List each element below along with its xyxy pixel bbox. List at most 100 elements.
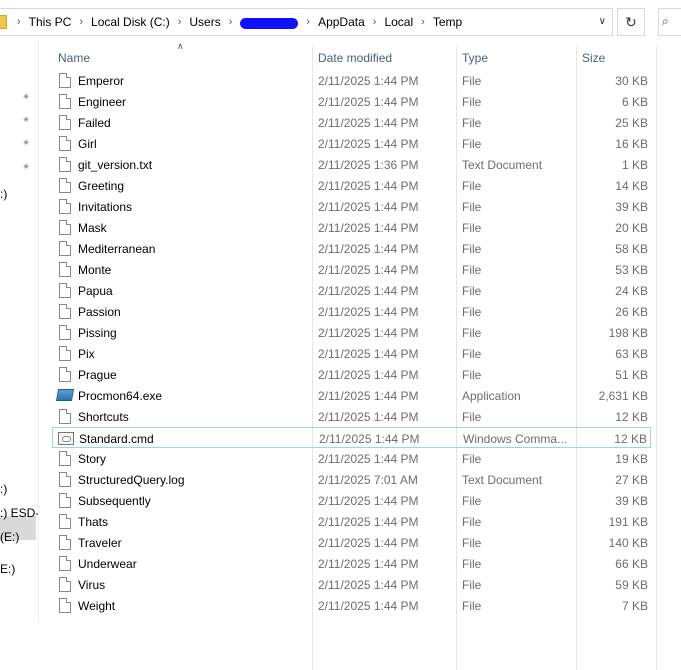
chevron-right-icon[interactable]: › [170, 16, 190, 28]
refresh-button[interactable]: ↻ [617, 8, 645, 36]
file-row[interactable]: Story 2/11/2025 1:44 PM File 19 KB [52, 448, 651, 469]
nav-item-drive[interactable]: :) [0, 482, 7, 496]
nav-item-esd[interactable]: :) ESD- [0, 506, 39, 520]
file-date-modified: 2/11/2025 1:44 PM [318, 515, 419, 529]
file-row[interactable]: Mediterranean 2/11/2025 1:44 PM File 58 KB [52, 238, 651, 259]
file-icon [59, 367, 71, 382]
file-row[interactable]: StructuredQuery.log 2/11/2025 7:01 AM Text… [52, 469, 651, 490]
file-size: 58 KB [615, 242, 648, 256]
file-icon [59, 157, 71, 172]
file-row[interactable]: Greeting 2/11/2025 1:44 PM File 14 KB [52, 175, 651, 196]
file-type: File [462, 305, 482, 319]
address-bar[interactable]: › This PC › Local Disk (C:) › Users › › … [0, 8, 613, 36]
file-row[interactable]: Subsequently 2/11/2025 1:44 PM File 39 KB [52, 490, 651, 511]
chevron-right-icon[interactable]: › [365, 16, 385, 28]
breadcrumb-temp[interactable]: Temp [433, 15, 462, 29]
file-name: Monte [78, 263, 112, 277]
file-date-modified: 2/11/2025 1:44 PM [318, 578, 419, 592]
file-type: Application [462, 389, 521, 403]
file-type: File [462, 200, 482, 214]
file-date-modified: 2/11/2025 1:44 PM [318, 242, 419, 256]
file-type: File [462, 494, 482, 508]
breadcrumb-local[interactable]: Local [384, 15, 413, 29]
file-type: File [462, 557, 482, 571]
file-size: 51 KB [615, 368, 648, 382]
file-size: 7 KB [621, 599, 648, 613]
file-size: 1 KB [621, 158, 648, 172]
file-name: Invitations [78, 200, 133, 214]
chevron-right-icon[interactable]: › [71, 16, 91, 28]
file-size: 53 KB [615, 263, 648, 277]
chevron-right-icon[interactable]: › [221, 16, 241, 28]
chevron-down-icon[interactable]: ∨ [599, 16, 606, 27]
file-row[interactable]: Girl 2/11/2025 1:44 PM File 16 KB [52, 133, 651, 154]
file-row[interactable]: Passion 2/11/2025 1:44 PM File 26 KB [52, 301, 651, 322]
file-date-modified: 2/11/2025 1:36 PM [318, 158, 419, 172]
file-type: File [462, 137, 482, 151]
pin-icon: ✴ [22, 138, 31, 149]
file-row[interactable]: Prague 2/11/2025 1:44 PM File 51 KB [52, 364, 651, 385]
file-name: Failed [78, 116, 111, 130]
chevron-right-icon[interactable]: › [9, 16, 29, 28]
pane-divider[interactable] [38, 40, 39, 623]
file-row[interactable]: Virus 2/11/2025 1:44 PM File 59 KB [52, 574, 651, 595]
file-row[interactable]: Papua 2/11/2025 1:44 PM File 24 KB [52, 280, 651, 301]
file-size: 12 KB [615, 410, 648, 424]
file-name: git_version.txt [78, 158, 153, 172]
nav-item-e[interactable]: (E:) [0, 530, 19, 544]
breadcrumb-appdata[interactable]: AppData [318, 15, 365, 29]
file-size: 63 KB [615, 347, 648, 361]
file-row[interactable]: Procmon64.exe 2/11/2025 1:44 PM Applicatio… [52, 385, 651, 406]
file-row[interactable]: git_version.txt 2/11/2025 1:36 PM Text Doc… [52, 154, 651, 175]
breadcrumb-users[interactable]: Users [189, 15, 220, 29]
file-type: File [462, 242, 482, 256]
file-name: Subsequently [78, 494, 151, 508]
breadcrumb-this-pc[interactable]: This PC [29, 15, 72, 29]
sort-ascending-icon: ∧ [177, 41, 184, 51]
chevron-right-icon[interactable]: › [298, 16, 318, 28]
file-row[interactable]: Thats 2/11/2025 1:44 PM File 191 KB [52, 511, 651, 532]
file-row[interactable]: Underwear 2/11/2025 1:44 PM File 66 KB [52, 553, 651, 574]
file-row[interactable]: Failed 2/11/2025 1:44 PM File 25 KB [52, 112, 651, 133]
file-name: Virus [78, 578, 106, 592]
file-type: File [462, 74, 482, 88]
file-name: Thats [78, 515, 109, 529]
file-type: File [462, 221, 482, 235]
file-row[interactable]: Shortcuts 2/11/2025 1:44 PM File 12 KB [52, 406, 651, 427]
file-icon [59, 136, 71, 151]
file-size: 59 KB [615, 578, 648, 592]
nav-item-drive[interactable]: :) [0, 187, 7, 201]
file-row[interactable]: Monte 2/11/2025 1:44 PM File 53 KB [52, 259, 651, 280]
file-size: 25 KB [615, 116, 648, 130]
file-row[interactable]: Invitations 2/11/2025 1:44 PM File 39 KB [52, 196, 651, 217]
redacted-username[interactable] [240, 17, 299, 29]
file-date-modified: 2/11/2025 1:44 PM [318, 326, 419, 340]
navigation-pane[interactable]: ✴ ✴ ✴ ✴ :) :) :) ESD- (E:) E:) [0, 40, 39, 623]
file-row[interactable]: Emperor 2/11/2025 1:44 PM File 30 KB [52, 70, 651, 91]
file-row[interactable]: Pissing 2/11/2025 1:44 PM File 198 KB [52, 322, 651, 343]
file-type: Text Document [462, 473, 543, 487]
file-size: 66 KB [615, 557, 648, 571]
file-date-modified: 2/11/2025 1:44 PM [318, 368, 419, 382]
file-row[interactable]: Pix 2/11/2025 1:44 PM File 63 KB [52, 343, 651, 364]
column-separator[interactable] [656, 46, 657, 670]
nav-item-e2[interactable]: E:) [0, 562, 15, 576]
file-date-modified: 2/11/2025 1:44 PM [318, 95, 419, 109]
file-date-modified: 2/11/2025 1:44 PM [318, 284, 419, 298]
file-row[interactable]: Mask 2/11/2025 1:44 PM File 20 KB [52, 217, 651, 238]
file-size: 27 KB [615, 473, 648, 487]
file-name: Pix [78, 347, 95, 361]
breadcrumb-local-disk[interactable]: Local Disk (C:) [91, 15, 170, 29]
file-row[interactable]: Weight 2/11/2025 1:44 PM File 7 KB [52, 595, 651, 616]
file-row[interactable]: Standard.cmd 2/11/2025 1:44 PM Windows Com… [52, 427, 651, 448]
file-type: File [462, 95, 482, 109]
file-icon [59, 262, 71, 277]
file-name: Prague [78, 368, 117, 382]
file-size: 191 KB [608, 515, 648, 529]
search-input[interactable]: ⌕ [658, 8, 681, 36]
file-icon [59, 220, 71, 235]
file-row[interactable]: Engineer 2/11/2025 1:44 PM File 6 KB [52, 91, 651, 112]
chevron-right-icon[interactable]: › [413, 16, 433, 28]
file-date-modified: 2/11/2025 1:44 PM [318, 389, 419, 403]
file-row[interactable]: Traveler 2/11/2025 1:44 PM File 140 KB [52, 532, 651, 553]
